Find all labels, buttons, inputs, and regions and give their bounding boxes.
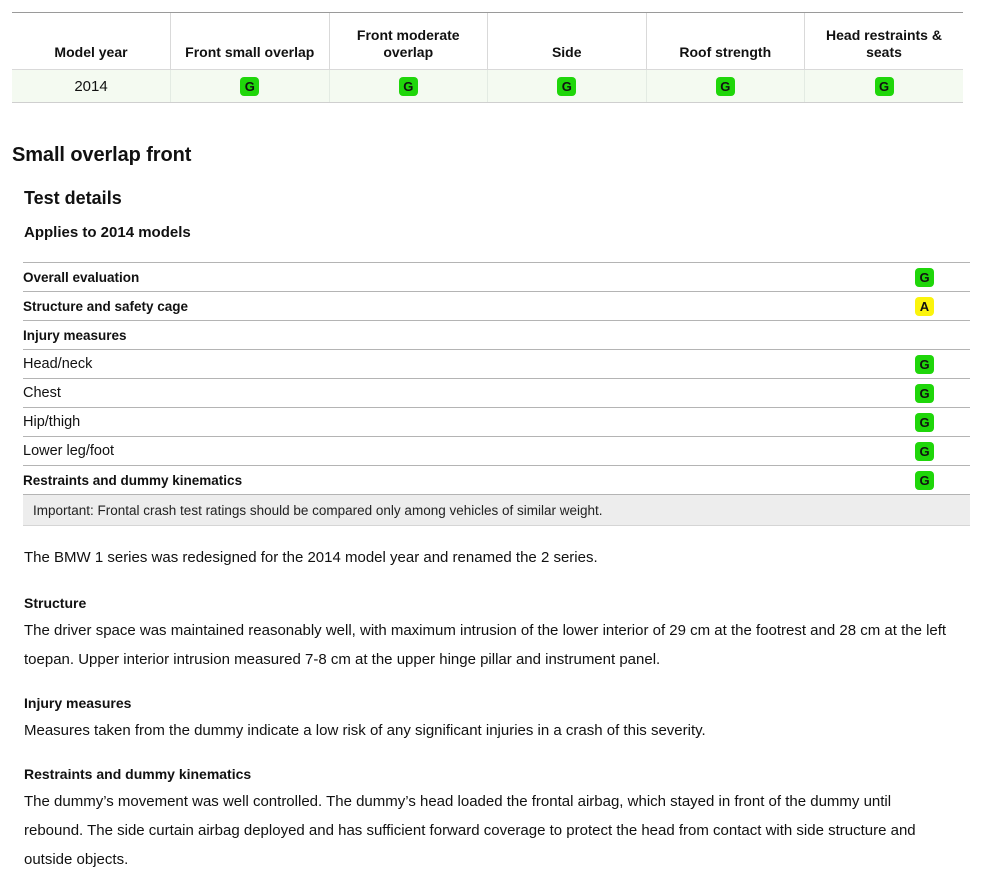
detail-row-label: Restraints and dummy kinematics bbox=[23, 465, 880, 495]
lead-paragraph: The BMW 1 series was redesigned for the … bbox=[24, 549, 598, 566]
narrative-block-heading: Restraints and dummy kinematics bbox=[24, 766, 252, 782]
test-details-heading: Test details bbox=[24, 188, 122, 208]
ratings-row: 2014 G G G G G bbox=[12, 69, 963, 103]
applies-to-heading: Applies to 2014 models bbox=[24, 224, 191, 241]
ratings-header-row: Model year Front small overlap Front moder… bbox=[12, 12, 963, 70]
test-details-body: Overall evaluation G Structure and safety … bbox=[23, 262, 970, 526]
detail-row-rating-cell: G bbox=[880, 349, 970, 379]
rating-cell: G bbox=[328, 69, 488, 103]
narrative-block: Injury measures Measures taken from the d… bbox=[24, 691, 954, 745]
page-title: Small overlap front bbox=[12, 144, 192, 166]
rating-badge-icon: G bbox=[874, 76, 894, 96]
detail-row: Structure and safety cage A bbox=[23, 291, 970, 321]
rating-badge-icon: G bbox=[915, 354, 934, 374]
detail-row-rating-cell: G bbox=[880, 262, 970, 292]
ratings-column-header: Model year bbox=[12, 12, 171, 70]
narrative-blocks: Structure The driver space was maintained… bbox=[24, 591, 954, 874]
rating-cell: G bbox=[645, 69, 805, 103]
rating-badge-icon: G bbox=[915, 441, 934, 461]
important-note-text: Important: Frontal crash test ratings sh… bbox=[23, 494, 970, 526]
rating-badge-icon: G bbox=[915, 412, 934, 432]
ratings-column-header: Side bbox=[487, 12, 646, 70]
detail-row: Restraints and dummy kinematics G bbox=[23, 465, 970, 495]
test-details-table: Overall evaluation G Structure and safety … bbox=[23, 262, 970, 526]
ratings-table-head: Model year Front small overlap Front moder… bbox=[12, 12, 963, 70]
rating-badge-icon: G bbox=[240, 76, 260, 96]
narrative-section: The BMW 1 series was redesigned for the … bbox=[24, 543, 954, 874]
narrative-block: Structure The driver space was maintained… bbox=[24, 591, 954, 674]
detail-row-label: Hip/thigh bbox=[23, 407, 880, 437]
rating-badge-icon: G bbox=[915, 267, 934, 287]
detail-row: Lower leg/foot G bbox=[23, 436, 970, 466]
rating-badge-icon: A bbox=[915, 296, 934, 316]
ratings-column-header: Roof strength bbox=[645, 12, 805, 70]
rating-badge-icon: G bbox=[715, 76, 735, 96]
detail-row-rating-cell bbox=[880, 320, 970, 350]
detail-row-rating-cell: G bbox=[880, 378, 970, 408]
rating-badge-icon: G bbox=[915, 470, 934, 490]
detail-row: Head/neck G bbox=[23, 349, 970, 379]
narrative-block-heading: Injury measures bbox=[24, 695, 132, 711]
detail-row-label: Overall evaluation bbox=[23, 262, 880, 292]
rating-cell: G bbox=[170, 69, 329, 103]
detail-row-rating-cell: G bbox=[880, 436, 970, 466]
detail-row-rating-cell: G bbox=[880, 407, 970, 437]
detail-row: Overall evaluation G bbox=[23, 262, 970, 292]
ratings-column-header: Front small overlap bbox=[170, 12, 329, 70]
detail-row-rating-cell: G bbox=[880, 465, 970, 495]
detail-row-label: Chest bbox=[23, 378, 880, 408]
detail-row: Chest G bbox=[23, 378, 970, 408]
detail-row: Injury measures bbox=[23, 320, 970, 350]
narrative-block-text: The dummy’s movement was well controlled… bbox=[24, 793, 916, 868]
ratings-table-body: 2014 G G G G G bbox=[12, 69, 963, 103]
rating-badge-icon: G bbox=[398, 76, 418, 96]
narrative-block-heading: Structure bbox=[24, 595, 87, 611]
rating-badge-icon: G bbox=[915, 383, 934, 403]
detail-row: Hip/thigh G bbox=[23, 407, 970, 437]
detail-row-label: Structure and safety cage bbox=[23, 291, 880, 321]
detail-row-label: Lower leg/foot bbox=[23, 436, 880, 466]
model-year-cell: 2014 bbox=[12, 69, 171, 103]
detail-row-rating-cell: A bbox=[880, 291, 970, 321]
narrative-block-text: The driver space was maintained reasonab… bbox=[24, 622, 947, 668]
important-note-row: Important: Frontal crash test ratings sh… bbox=[23, 494, 970, 526]
test-details-section: Overall evaluation G Structure and safety … bbox=[23, 262, 970, 526]
detail-row-label: Injury measures bbox=[23, 320, 880, 350]
narrative-block-text: Measures taken from the dummy indicate a… bbox=[24, 722, 706, 739]
ratings-column-header: Front moderate overlap bbox=[328, 12, 488, 70]
rating-cell: G bbox=[487, 69, 646, 103]
rating-badge-icon: G bbox=[557, 76, 577, 96]
ratings-summary-table: Model year Front small overlap Front moder… bbox=[12, 12, 963, 103]
detail-row-label: Head/neck bbox=[23, 349, 880, 379]
narrative-block: Restraints and dummy kinematics The dummy… bbox=[24, 762, 954, 874]
rating-cell: G bbox=[804, 69, 963, 103]
ratings-column-header: Head restraints & seats bbox=[804, 12, 963, 70]
ratings-summary-section: Model year Front small overlap Front moder… bbox=[0, 0, 987, 103]
